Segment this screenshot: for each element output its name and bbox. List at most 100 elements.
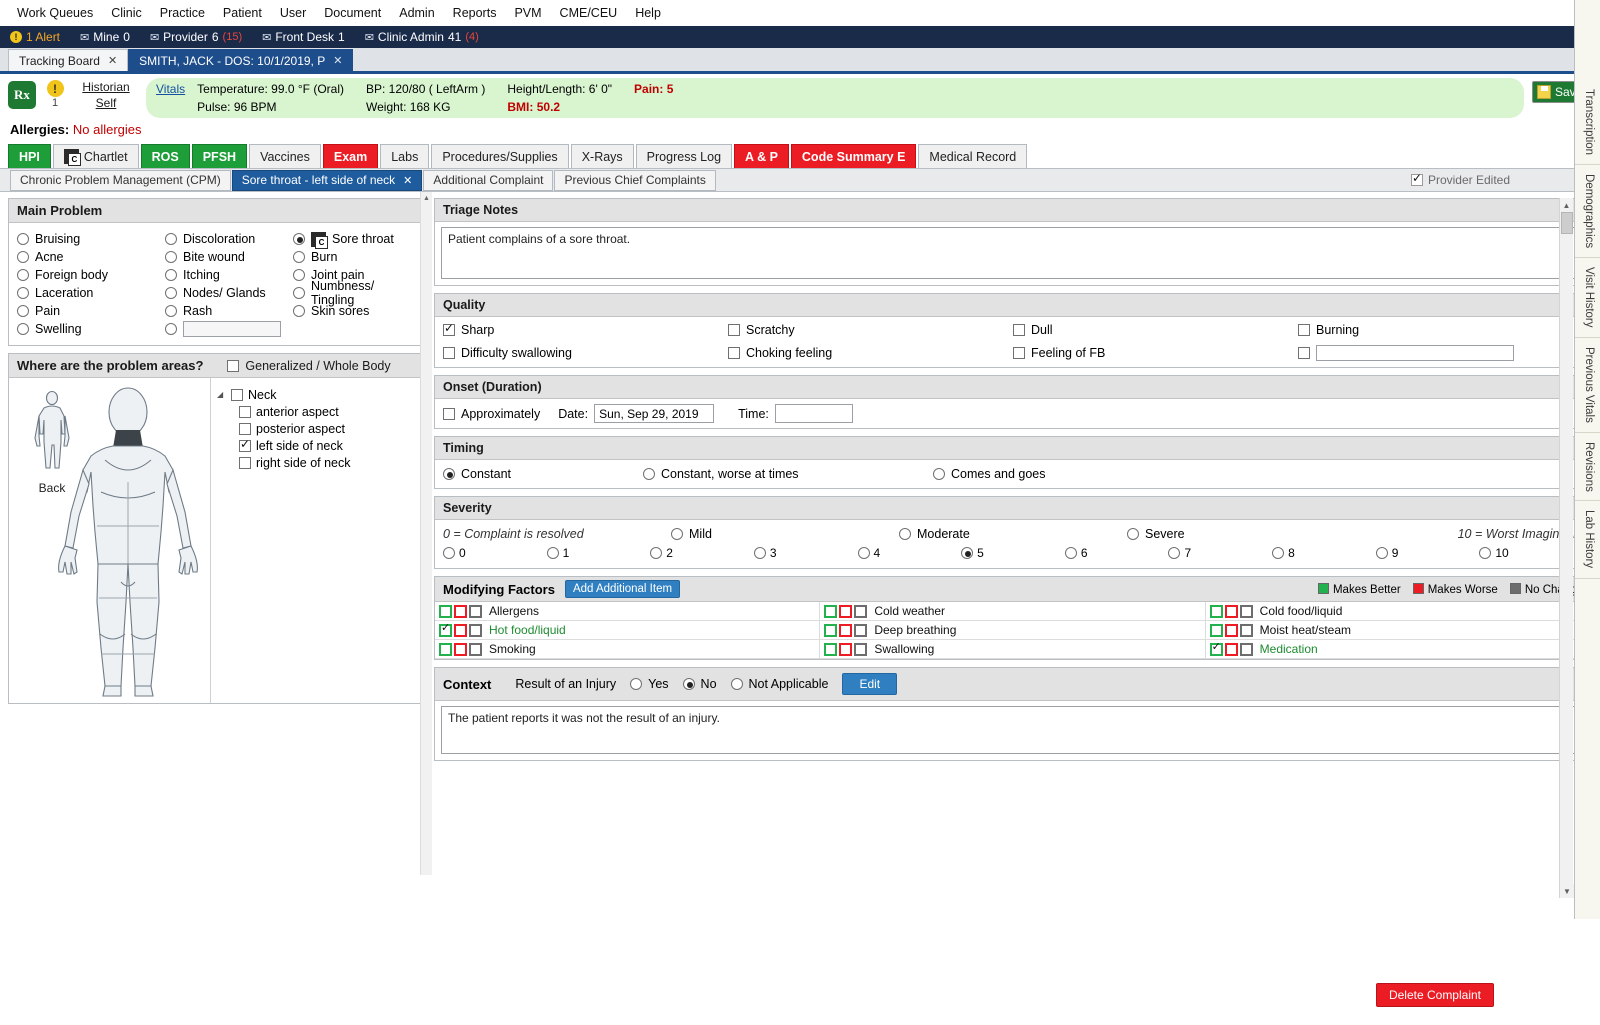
radio-severity-9[interactable]: 9 — [1375, 546, 1480, 560]
radio-custom-problem[interactable] — [165, 320, 293, 338]
tab-ros[interactable]: ROS — [140, 144, 190, 168]
worse-checkbox-icon[interactable] — [839, 642, 853, 656]
menu-item-user[interactable]: User — [271, 3, 315, 23]
better-checkbox-icon[interactable] — [1209, 604, 1223, 618]
tree-node-posterior-aspect[interactable]: posterior aspect — [217, 420, 425, 437]
radio-injury-no[interactable]: No — [682, 677, 717, 691]
modifying-factor-smoking[interactable]: Smoking — [435, 640, 821, 659]
radio-severity-2[interactable]: 2 — [650, 546, 754, 560]
radio-bruising[interactable]: Bruising — [17, 230, 165, 248]
context-edit-button[interactable]: Edit — [842, 673, 898, 695]
scroll-up-icon[interactable]: ▲ — [421, 192, 432, 204]
tab-code-summary[interactable]: Code Summary E — [790, 144, 917, 168]
modifying-factor-cold-weather[interactable]: Cold weather — [820, 602, 1206, 621]
tab-labs[interactable]: Labs — [380, 144, 430, 168]
complaint-tab-additional[interactable]: Additional Complaint — [423, 169, 554, 191]
sidebar-tab-lab-history[interactable]: Lab History — [1575, 501, 1600, 579]
menu-item-help[interactable]: Help — [626, 3, 670, 23]
worse-checkbox-icon[interactable] — [1224, 642, 1238, 656]
better-checkbox-icon[interactable] — [1209, 641, 1223, 656]
quality-custom-input[interactable] — [1316, 345, 1514, 361]
nochange-checkbox-icon[interactable] — [469, 642, 482, 656]
radio-swelling[interactable]: Swelling — [17, 320, 165, 338]
tree-node-left-side-of-neck[interactable]: left side of neck — [217, 437, 425, 454]
nochange-checkbox-icon[interactable] — [469, 623, 482, 637]
modifying-factor-hot-food-liquid[interactable]: Hot food/liquid — [435, 621, 821, 640]
menu-item-pvm[interactable]: PVM — [505, 3, 550, 23]
radio-constant[interactable]: Constant — [443, 467, 643, 481]
radio-moderate[interactable]: Moderate — [899, 527, 1127, 541]
better-checkbox-icon[interactable] — [824, 623, 838, 637]
menu-item-practice[interactable]: Practice — [151, 3, 214, 23]
rx-badge-icon[interactable]: Rx — [8, 81, 36, 109]
tab-chartlet[interactable]: Chartlet — [52, 144, 139, 168]
tree-node-right-side-of-neck[interactable]: right side of neck — [217, 454, 425, 471]
modifying-factor-deep-breathing[interactable]: Deep breathing — [820, 621, 1206, 640]
tab-pfsh[interactable]: PFSH — [191, 144, 248, 168]
radio-foreign-body[interactable]: Foreign body — [17, 266, 165, 284]
close-icon[interactable]: ✕ — [108, 54, 117, 67]
radio-severity-8[interactable]: 8 — [1272, 546, 1376, 560]
tree-node-neck[interactable]: ◢ Neck — [217, 386, 425, 403]
body-diagram-front-figure[interactable] — [53, 386, 203, 698]
checkbox-quality-custom[interactable] — [1298, 345, 1583, 361]
checkbox-feeling-of-fb[interactable]: Feeling of FB — [1013, 345, 1298, 361]
scroll-up-icon[interactable]: ▲ — [1560, 198, 1573, 212]
menu-item-work-queues[interactable]: Work Queues — [8, 3, 102, 23]
radio-severity-1[interactable]: 1 — [546, 546, 651, 560]
nochange-checkbox-icon[interactable] — [854, 642, 868, 656]
patient-alert-badge[interactable]: ! 1 — [44, 80, 66, 109]
modifying-factor-medication[interactable]: Medication — [1205, 640, 1591, 659]
worse-checkbox-icon[interactable] — [454, 604, 467, 618]
tab-x-rays[interactable]: X-Rays — [570, 144, 634, 168]
radio-constant-worse-at-times[interactable]: Constant, worse at times — [643, 467, 933, 481]
inbox-mine[interactable]: ✉ Mine 0 — [80, 30, 130, 44]
complaint-tab-cpm[interactable]: Chronic Problem Management (CPM) — [10, 169, 231, 191]
radio-rash[interactable]: Rash — [165, 302, 293, 320]
menu-item-cme-ceu[interactable]: CME/CEU — [551, 3, 627, 23]
sidebar-tab-previous-vitals[interactable]: Previous Vitals — [1575, 337, 1600, 433]
radio-sore-throat[interactable]: Sore throat — [293, 230, 417, 249]
better-checkbox-icon[interactable] — [439, 642, 452, 656]
worse-checkbox-icon[interactable] — [1224, 623, 1238, 637]
radio-itching[interactable]: Itching — [165, 266, 293, 284]
historian-label[interactable]: Historian — [74, 79, 138, 95]
modifying-factor-swallowing[interactable]: Swallowing — [820, 640, 1206, 659]
modifying-factor-allergens[interactable]: Allergens — [435, 602, 821, 621]
nochange-checkbox-icon[interactable] — [854, 604, 868, 618]
context-notes-textarea[interactable]: The patient reports it was not the resul… — [441, 706, 1585, 754]
tab-exam[interactable]: Exam — [322, 144, 379, 168]
modifying-factor-moist-heat-steam[interactable]: Moist heat/steam — [1205, 621, 1591, 640]
radio-severe[interactable]: Severe — [1127, 527, 1355, 541]
checkbox-dull[interactable]: Dull — [1013, 323, 1298, 337]
historian-value[interactable]: Self — [74, 95, 138, 111]
body-diagram-container[interactable]: Back — [9, 378, 211, 703]
chevron-down-icon[interactable]: ◢ — [217, 390, 226, 399]
inbox-front-desk[interactable]: ✉ Front Desk 1 — [262, 30, 345, 44]
sidebar-tab-demographics[interactable]: Demographics — [1575, 165, 1600, 259]
checkbox-choking-feeling[interactable]: Choking feeling — [728, 345, 1013, 361]
alert-indicator[interactable]: ! 1 Alert — [10, 30, 60, 44]
radio-acne[interactable]: Acne — [17, 248, 165, 266]
add-additional-item-button[interactable]: Add Additional Item — [564, 580, 681, 598]
radio-mild[interactable]: Mild — [671, 527, 899, 541]
checkbox-difficulty-swallowing[interactable]: Difficulty swallowing — [443, 345, 728, 361]
onset-date-input[interactable]: Sun, Sep 29, 2019 — [594, 404, 715, 423]
radio-nodes-glands[interactable]: Nodes/ Glands — [165, 284, 293, 302]
radio-severity-6[interactable]: 6 — [1064, 546, 1169, 560]
vitals-link[interactable]: Vitals — [156, 81, 185, 96]
radio-pain[interactable]: Pain — [17, 302, 165, 320]
close-icon[interactable]: ✕ — [333, 54, 342, 67]
nochange-checkbox-icon[interactable] — [854, 623, 868, 637]
menu-item-document[interactable]: Document — [315, 3, 390, 23]
modifying-factor-cold-food-liquid[interactable]: Cold food/liquid — [1205, 602, 1591, 621]
radio-comes-and-goes[interactable]: Comes and goes — [933, 467, 1583, 481]
tab-vaccines[interactable]: Vaccines — [249, 144, 321, 168]
better-checkbox-icon[interactable] — [1209, 623, 1223, 637]
tab-hpi[interactable]: HPI — [8, 144, 51, 168]
tab-progress-log[interactable]: Progress Log — [635, 144, 733, 168]
inbox-provider[interactable]: ✉ Provider 6 (15) — [150, 30, 242, 44]
tree-node-anterior-aspect[interactable]: anterior aspect — [217, 403, 425, 420]
checkbox-burning[interactable]: Burning — [1298, 323, 1583, 337]
radio-injury-yes[interactable]: Yes — [630, 677, 669, 691]
